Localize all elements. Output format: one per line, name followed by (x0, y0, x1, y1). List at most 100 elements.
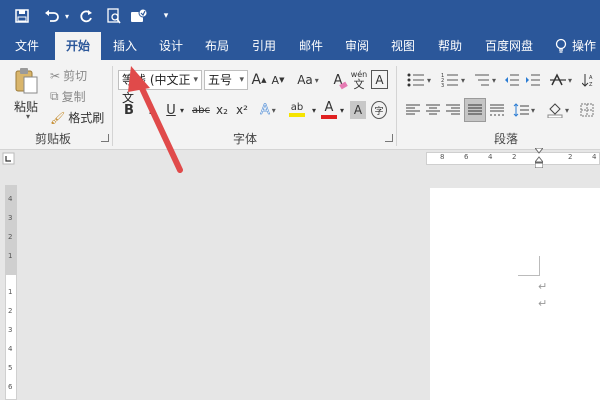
sort-icon[interactable]: AZ (580, 70, 598, 90)
increase-indent-icon[interactable] (524, 70, 542, 90)
character-shading-button[interactable]: A (350, 101, 366, 119)
chevron-down-icon: ▾ (239, 75, 244, 85)
ruler-number: 4 (592, 153, 597, 161)
highlight-color-bar (289, 112, 305, 117)
margin-corner-mark (518, 256, 540, 276)
svg-text:A: A (589, 75, 593, 81)
clipboard-group-label: 剪贴板 (34, 132, 71, 146)
font-color-bar (321, 114, 337, 119)
copy-label: 复制 (61, 90, 86, 104)
tab-view[interactable]: 视图 (384, 32, 422, 60)
tab-insert[interactable]: 插入 (106, 32, 144, 60)
format-painter-button[interactable]: 🖌 格式刷 (50, 109, 104, 126)
ruler-number: 4 (488, 153, 493, 161)
phonetic-guide-button[interactable]: wén 文 (350, 68, 368, 92)
text-effects-button[interactable]: A ▾ (257, 100, 279, 120)
align-right-icon[interactable] (444, 100, 462, 120)
line-spacing-icon[interactable]: ▾ (510, 100, 538, 120)
ruler-number: 3 (8, 214, 13, 222)
paintbrush-icon: 🖌 (50, 110, 66, 125)
font-launcher-icon[interactable] (385, 134, 393, 142)
group-separator (112, 66, 113, 146)
font-group-label: 字体 (232, 132, 257, 146)
cut-label: 剪切 (63, 69, 88, 83)
paste-icon[interactable] (12, 66, 42, 96)
ruler-number: 4 (8, 345, 13, 353)
svg-text:3: 3 (441, 83, 444, 87)
lightbulb-icon[interactable] (552, 32, 570, 60)
strikethrough-button[interactable]: abc (190, 100, 212, 120)
tab-selector[interactable] (0, 150, 22, 168)
undo-icon[interactable] (42, 6, 62, 26)
ruler-number: 2 (568, 153, 573, 161)
paragraph-group-label: 段落 (493, 132, 518, 146)
character-border-button[interactable]: A (371, 70, 388, 89)
ruler-number: 1 (8, 288, 13, 296)
highlight-dropdown-icon[interactable]: ▾ (310, 100, 318, 120)
borders-icon[interactable] (576, 100, 598, 120)
decrease-indent-icon[interactable] (503, 70, 521, 90)
ruler-number: 2 (8, 233, 13, 241)
align-center-icon[interactable] (424, 100, 442, 120)
justify-icon[interactable] (464, 98, 486, 122)
distributed-icon[interactable] (488, 100, 506, 120)
copy-icon: ⧉ (50, 89, 59, 103)
copy-button[interactable]: ⧉ 复制 (50, 88, 86, 105)
save-icon[interactable] (12, 6, 32, 26)
tab-tell-me[interactable]: 操作 (572, 32, 600, 60)
bold-button[interactable]: B (122, 100, 136, 120)
ruler-number: 8 (440, 153, 445, 161)
scissors-icon: ✂ (50, 68, 61, 83)
numbering-button[interactable]: 1 2 3 ▾ (438, 70, 468, 90)
tab-review[interactable]: 审阅 (338, 32, 376, 60)
shading-icon[interactable]: ▾ (544, 100, 572, 120)
print-preview-icon[interactable] (104, 6, 124, 26)
touch-mode-icon[interactable] (128, 6, 150, 26)
tab-mailings[interactable]: 邮件 (292, 32, 330, 60)
ribbon-tab-bar: 文件 开始 插入 设计 布局 引用 邮件 审阅 视图 帮助 百度网盘 操作 (0, 32, 600, 60)
group-separator (396, 66, 397, 146)
highlight-button[interactable]: ab (284, 98, 310, 120)
change-case-button[interactable]: Aa ▾ (294, 70, 322, 90)
chinese-layout-icon[interactable]: ▾ (548, 70, 574, 90)
clipboard-launcher-icon[interactable] (101, 134, 109, 142)
tab-references[interactable]: 引用 (245, 32, 283, 60)
customize-qat-icon[interactable]: ▾ (160, 6, 172, 26)
align-left-icon[interactable] (404, 100, 422, 120)
tab-help[interactable]: 帮助 (431, 32, 469, 60)
tab-baidu-netdisk[interactable]: 百度网盘 (478, 32, 540, 60)
tab-home[interactable]: 开始 (55, 32, 101, 60)
font-color-dropdown-icon[interactable]: ▾ (338, 100, 346, 120)
redo-icon[interactable] (76, 6, 96, 26)
cut-button[interactable]: ✂ 剪切 (50, 67, 87, 84)
bullets-button[interactable]: ▾ (404, 70, 434, 90)
shrink-font-button[interactable]: A ▼ (270, 70, 286, 90)
undo-dropdown-icon[interactable]: ▾ (62, 6, 72, 26)
tab-file[interactable]: 文件 (8, 32, 46, 60)
paragraph-mark-icon: ↵ (538, 280, 548, 293)
enclose-characters-button[interactable]: 字 (371, 101, 387, 119)
multilevel-list-button[interactable]: ▾ (472, 70, 498, 90)
grow-font-button[interactable]: A ▲ (251, 70, 267, 90)
svg-text:Z: Z (589, 82, 593, 87)
ruler-number: 5 (8, 364, 13, 372)
font-size-dropdown[interactable]: 五号 ▾ (204, 70, 248, 90)
superscript-button[interactable]: x² (234, 100, 250, 120)
ribbon-home: 粘贴 ▾ ✂ 剪切 ⧉ 复制 🖌 格式刷 剪贴板 等线 (中文正文 ▾ 五号 ▾ A… (0, 60, 600, 150)
ruler-number: 3 (8, 326, 13, 334)
ruler-number: 2 (512, 153, 517, 161)
font-name-dropdown[interactable]: 等线 (中文正文 ▾ (118, 70, 202, 105)
document-page[interactable] (430, 188, 600, 400)
ruler-number: 1 (8, 252, 13, 260)
font-color-button[interactable]: A (320, 98, 338, 120)
italic-button[interactable]: I (144, 100, 158, 120)
clear-formatting-button[interactable]: A (330, 70, 348, 90)
paragraph-mark-icon: ↵ (538, 297, 548, 310)
underline-button[interactable]: U (164, 100, 178, 120)
indent-marker-icon[interactable] (533, 147, 545, 170)
tab-design[interactable]: 设计 (152, 32, 190, 60)
subscript-button[interactable]: x₂ (214, 100, 230, 120)
paste-dropdown-icon[interactable]: ▾ (26, 112, 30, 121)
underline-dropdown-icon[interactable]: ▾ (178, 100, 186, 120)
tab-layout[interactable]: 布局 (198, 32, 236, 60)
